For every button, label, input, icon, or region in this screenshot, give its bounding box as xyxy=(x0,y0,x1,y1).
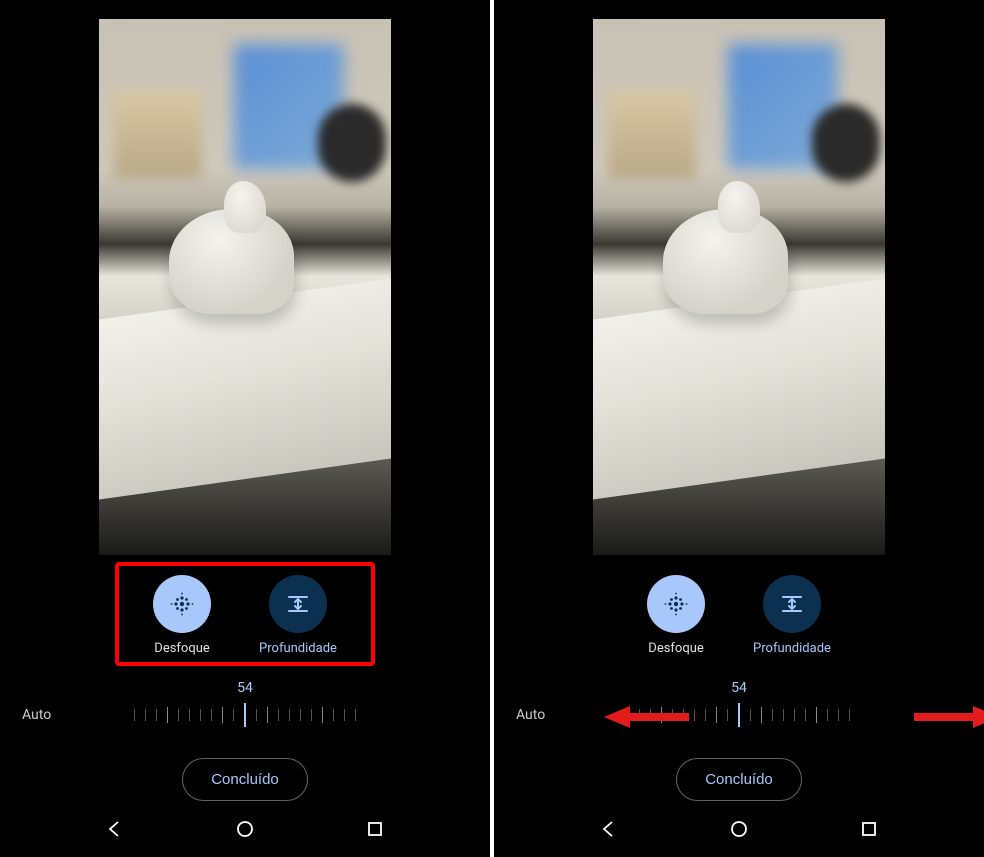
photo-preview[interactable] xyxy=(593,19,885,555)
slider-row[interactable]: Auto xyxy=(494,700,984,730)
blur-label: Desfoque xyxy=(154,641,210,656)
depth-icon xyxy=(763,575,821,633)
slider-value: 54 xyxy=(237,680,253,696)
blur-option[interactable]: Desfoque xyxy=(153,575,211,656)
phone-screenshot-left: Desfoque Profundidade 54 Auto xyxy=(0,0,490,857)
slider-section: 54 Auto xyxy=(0,680,490,730)
recents-icon[interactable] xyxy=(365,819,385,843)
slider-ticks[interactable] xyxy=(134,700,356,730)
blur-option[interactable]: Desfoque xyxy=(647,575,705,656)
blur-label: Desfoque xyxy=(648,641,704,656)
depth-label: Profundidade xyxy=(259,641,337,656)
effect-options-row: Desfoque Profundidade xyxy=(123,563,367,664)
android-navbar xyxy=(0,805,490,857)
auto-label[interactable]: Auto xyxy=(22,707,51,723)
photo-preview-area xyxy=(0,0,490,555)
slider-section: 54 Auto xyxy=(494,680,984,730)
depth-option[interactable]: Profundidade xyxy=(259,575,337,656)
done-button[interactable]: Concluído xyxy=(182,758,308,801)
blur-icon xyxy=(153,575,211,633)
android-navbar xyxy=(494,805,984,857)
home-icon[interactable] xyxy=(729,819,749,843)
back-icon[interactable] xyxy=(105,819,125,843)
effect-options-row: Desfoque Profundidade xyxy=(617,563,861,664)
depth-label: Profundidade xyxy=(753,641,831,656)
phone-screenshot-right: Desfoque Profundidade 54 Auto xyxy=(494,0,984,857)
depth-icon xyxy=(269,575,327,633)
slider-row[interactable]: Auto xyxy=(0,700,490,730)
photo-preview[interactable] xyxy=(99,19,391,555)
done-button[interactable]: Concluído xyxy=(676,758,802,801)
back-icon[interactable] xyxy=(599,819,619,843)
recents-icon[interactable] xyxy=(859,819,879,843)
home-icon[interactable] xyxy=(235,819,255,843)
photo-preview-area xyxy=(494,0,984,555)
edit-controls: Desfoque Profundidade 54 Auto xyxy=(494,555,984,805)
slider-value: 54 xyxy=(731,680,747,696)
auto-label[interactable]: Auto xyxy=(516,707,545,723)
depth-option[interactable]: Profundidade xyxy=(753,575,831,656)
edit-controls: Desfoque Profundidade 54 Auto xyxy=(0,555,490,805)
blur-icon xyxy=(647,575,705,633)
